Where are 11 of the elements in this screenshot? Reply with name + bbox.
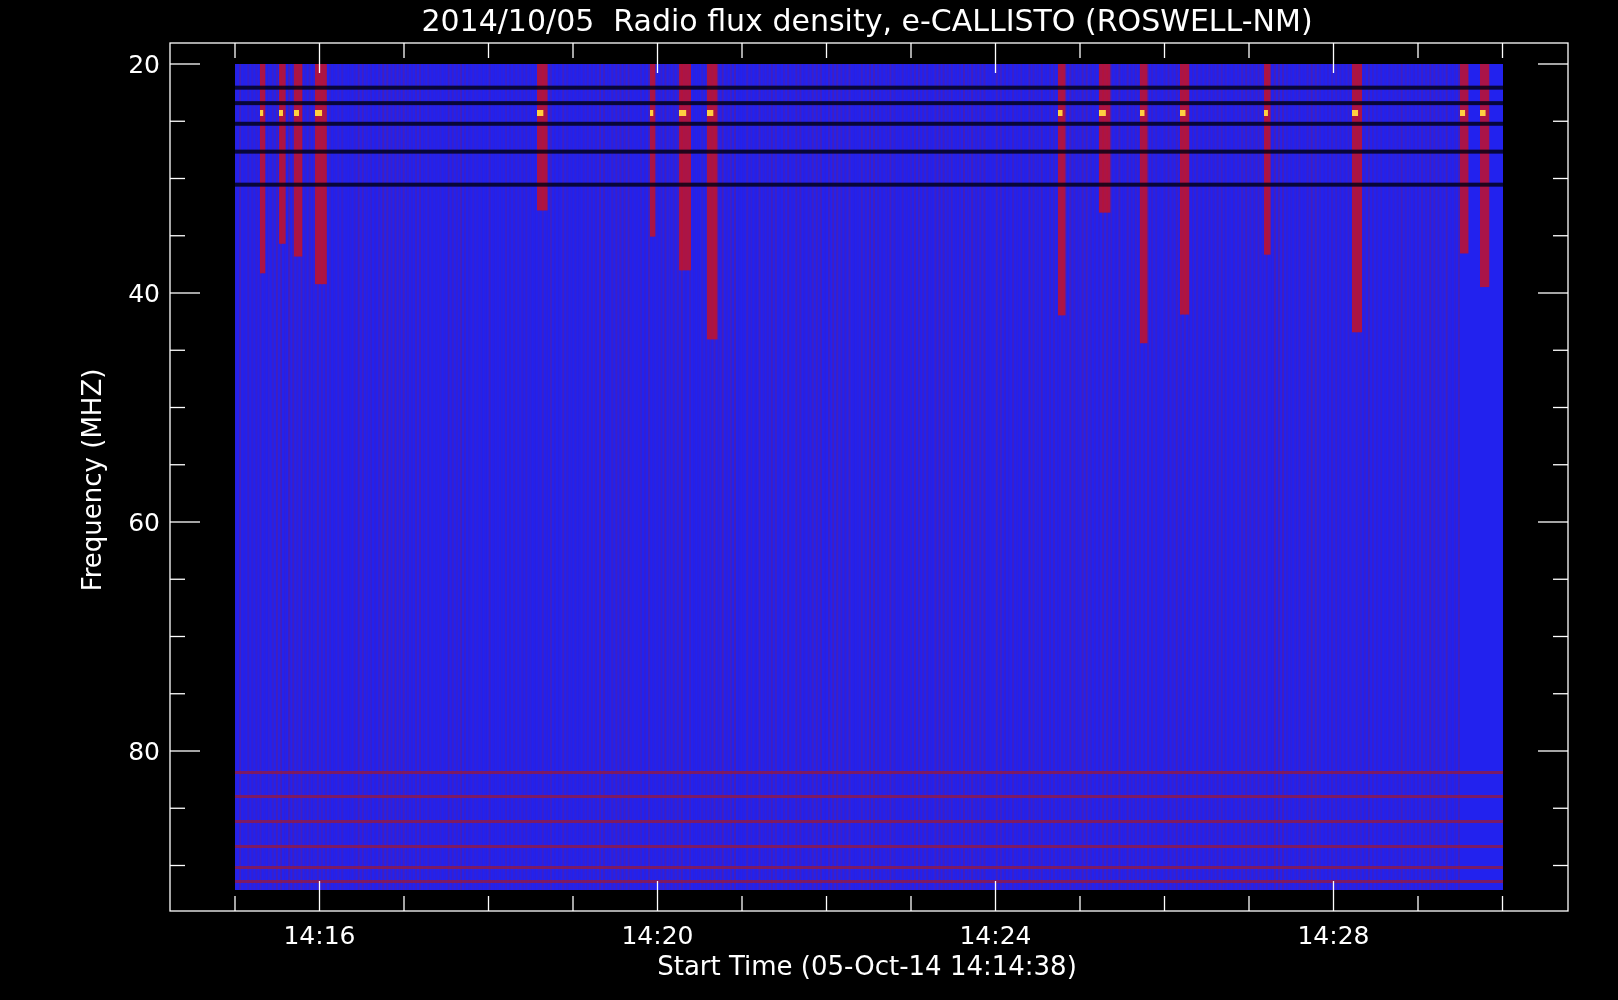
x-tick-label: 14:28 bbox=[1297, 921, 1370, 950]
y-tick-label: 20 bbox=[128, 50, 160, 79]
x-tick-label: 14:24 bbox=[959, 921, 1032, 950]
x-axis-label: Start Time (05-Oct-14 14:14:38) bbox=[657, 951, 1077, 981]
y-tick-label: 60 bbox=[128, 508, 160, 537]
x-tick-label: 14:16 bbox=[283, 921, 356, 950]
x-tick-label: 14:20 bbox=[621, 921, 694, 950]
chart-title: 2014/10/05 Radio flux density, e-CALLISTO (ROSWELL-NM) bbox=[421, 3, 1313, 38]
y-tick-label: 40 bbox=[128, 279, 160, 308]
y-axis-label: Frequency (MHZ) bbox=[77, 368, 107, 592]
y-tick-label: 80 bbox=[128, 737, 160, 766]
